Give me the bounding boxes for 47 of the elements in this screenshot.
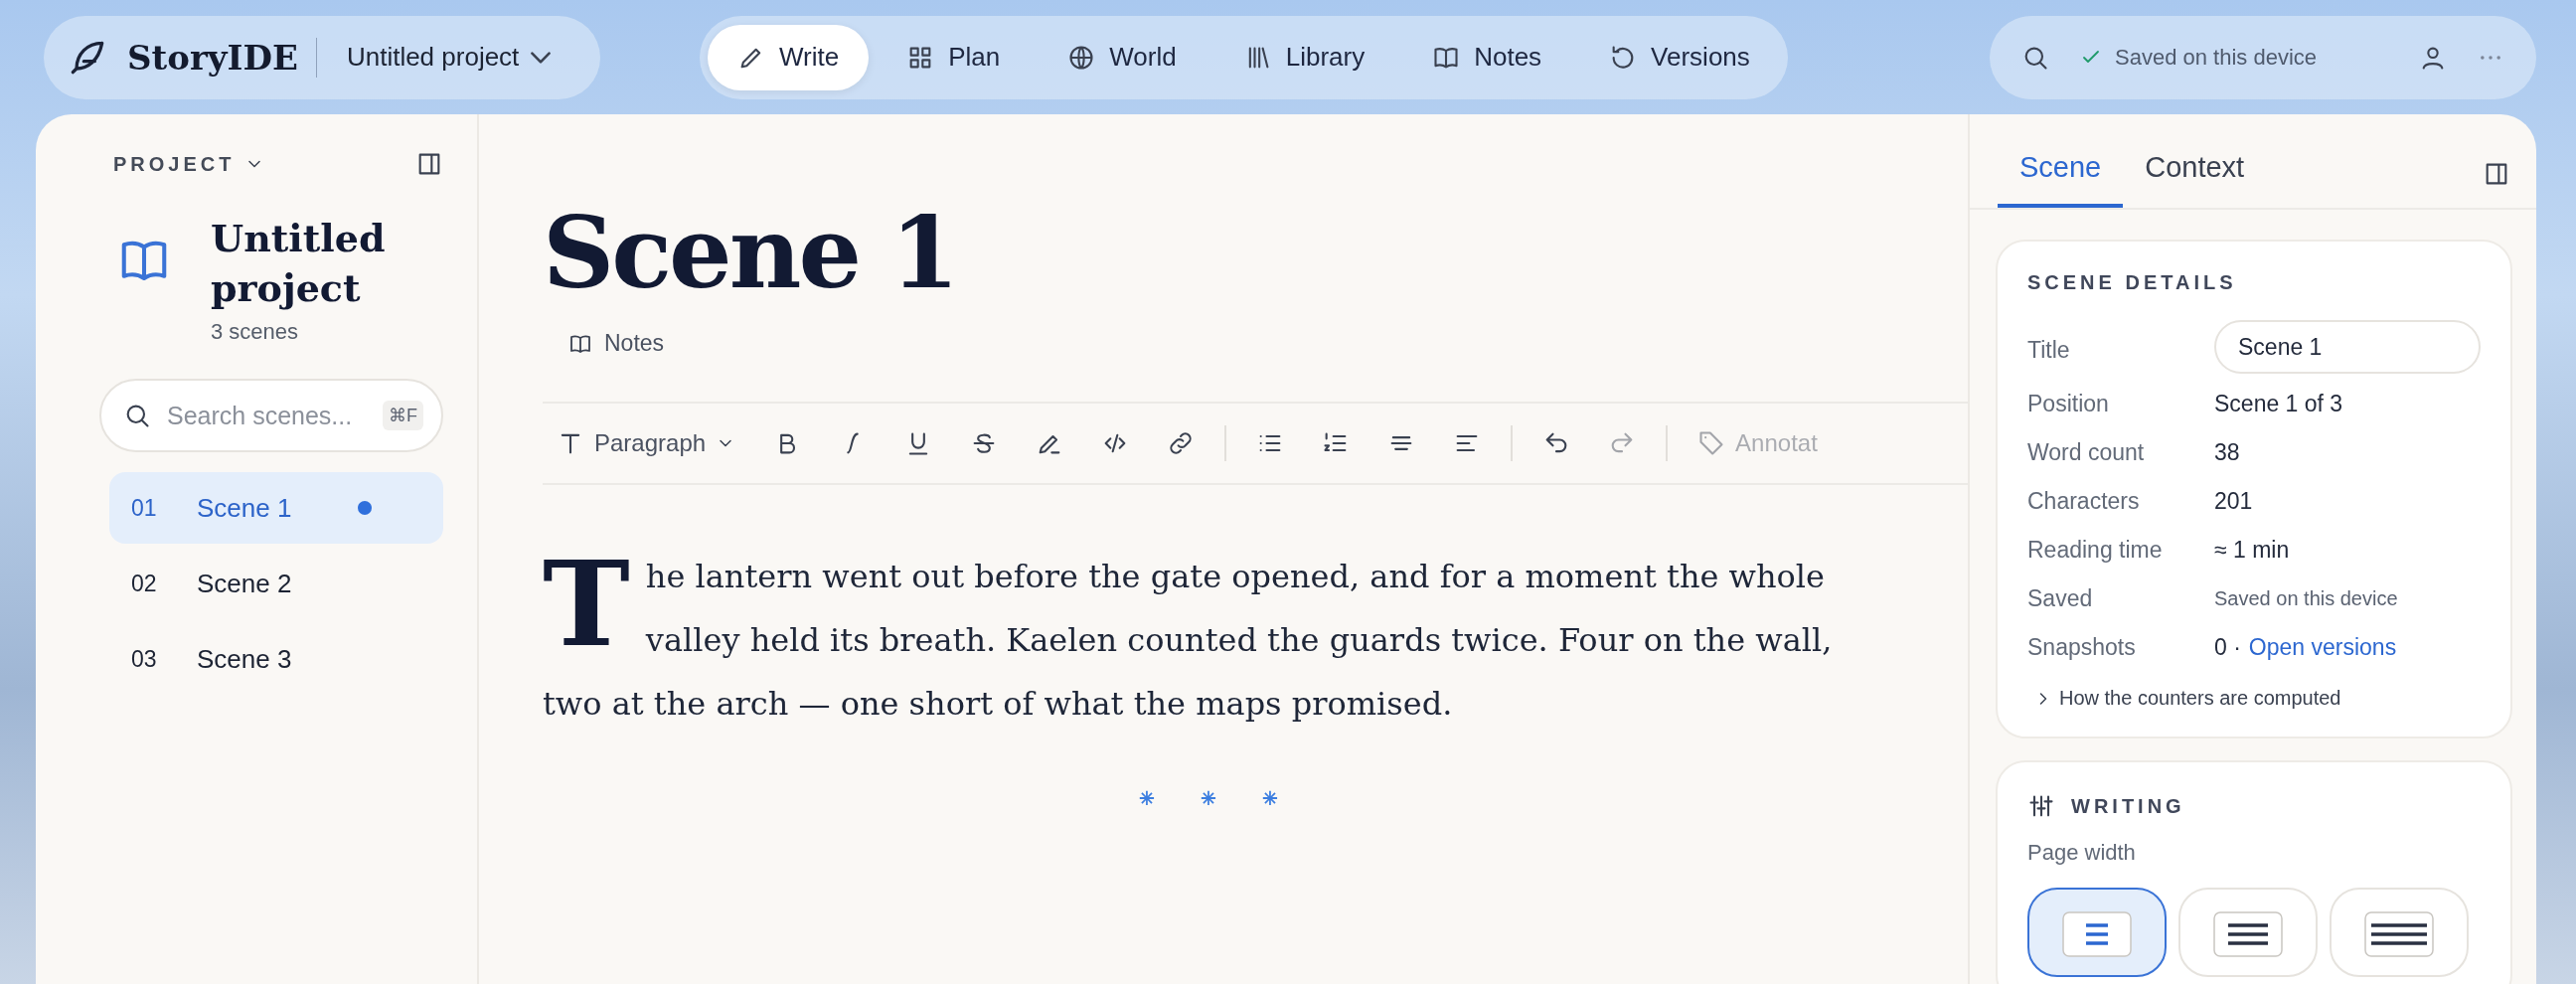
field-value: ≈ 1 min [2214, 537, 2290, 564]
field-label: Reading time [2027, 537, 2164, 564]
lines-icon [2364, 911, 2434, 957]
field-value: 201 [2214, 488, 2253, 515]
project-dropdown[interactable]: Untitled project [334, 41, 558, 74]
app-logo: StoryIDE [127, 37, 298, 78]
shortcut-badge: ⌘F [383, 401, 423, 430]
field-label: Title [2027, 336, 2071, 364]
open-versions-link[interactable]: Open versions [2248, 634, 2397, 661]
scene-item[interactable]: 02 Scene 2 [109, 548, 443, 619]
field-label: Snapshots [2027, 634, 2137, 661]
lines-icon [2062, 911, 2132, 957]
project-title: Untitled project [211, 215, 387, 312]
card-heading: WRITING [2071, 794, 2185, 818]
chevron-down-icon [531, 51, 552, 64]
field-label: Word count [2027, 439, 2146, 466]
nav-tab[interactable]: World [1038, 24, 1207, 90]
scene-count: 3 scenes [211, 319, 300, 345]
notes-link[interactable]: Notes [563, 329, 671, 358]
lines-icon [2213, 911, 2283, 957]
nav-tab[interactable]: Write [708, 24, 870, 90]
paragraph-style-dropdown[interactable]: Paragraph [543, 419, 744, 467]
field-label: Characters [2027, 488, 2141, 515]
scene-item[interactable]: 03 Scene 3 [109, 623, 443, 695]
save-status: Saved on this device [2115, 44, 2318, 71]
field-value: 0 · [2214, 634, 2241, 661]
disclosure-toggle[interactable]: How the counters are computed [2027, 686, 2347, 711]
scene-title: Scene 1 [543, 194, 958, 311]
scene-break-mark: ⁕ [1139, 779, 1155, 813]
nav-tab[interactable]: Plan [877, 24, 1031, 90]
field-label: Page width [2027, 840, 2137, 866]
field-value: Scene 1 of 3 [2214, 391, 2343, 417]
scene-break-mark: ⁕ [1262, 779, 1278, 813]
panel-tab[interactable]: Scene [1998, 151, 2124, 208]
card-heading: SCENE DETAILS [2027, 271, 2238, 294]
field-value: 38 [2214, 439, 2240, 466]
section-dropdown[interactable]: PROJECT [107, 151, 271, 177]
nav-tab[interactable]: Library [1213, 24, 1395, 90]
nav-tab[interactable]: Notes [1402, 24, 1572, 90]
field-label: Position [2027, 391, 2110, 417]
scene-item[interactable]: 01 Scene 1 [109, 472, 443, 544]
title-field[interactable]: Scene 1 [2214, 320, 2481, 374]
field-label: Saved [2027, 585, 2094, 612]
scene-break-mark: ⁕ [1201, 779, 1216, 813]
panel-tab[interactable]: Context [2123, 151, 2267, 208]
field-value: Saved on this device [2214, 587, 2398, 610]
nav-tab[interactable]: Versions [1579, 24, 1780, 90]
